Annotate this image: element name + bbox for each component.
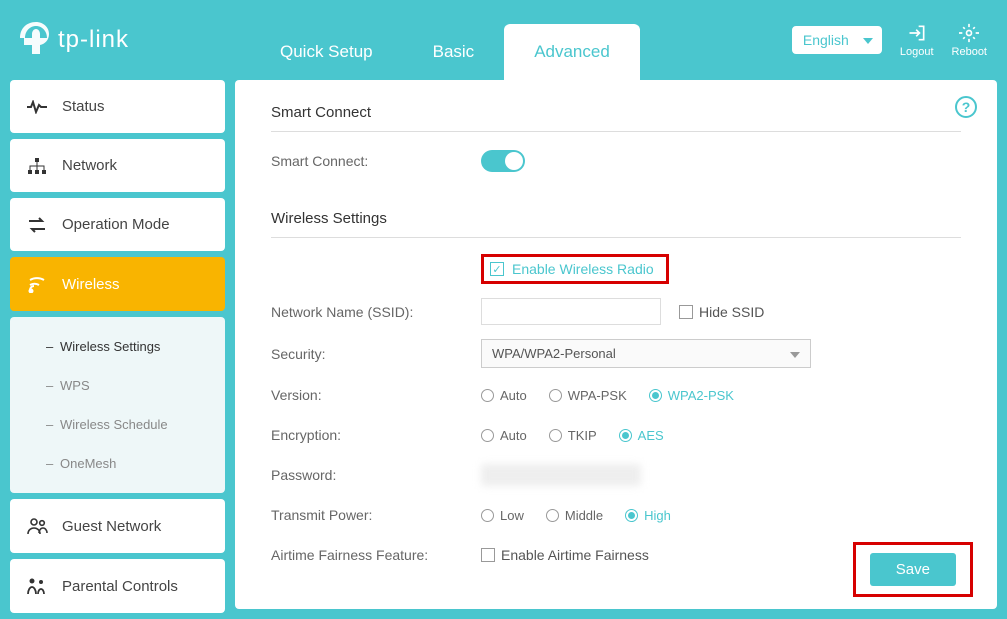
main: Status Network Operation Mode Wireless W… bbox=[0, 80, 1007, 619]
submenu-wps[interactable]: WPS bbox=[10, 366, 225, 405]
label-security: Security: bbox=[271, 346, 481, 362]
label-ssid: Network Name (SSID): bbox=[271, 304, 481, 320]
label-transmit-power: Transmit Power: bbox=[271, 507, 481, 523]
submenu-wireless-schedule[interactable]: Wireless Schedule bbox=[10, 405, 225, 444]
operation-mode-icon bbox=[26, 217, 48, 233]
reboot-button[interactable]: Reboot bbox=[952, 23, 987, 58]
ssid-input[interactable] bbox=[481, 298, 661, 325]
sidebar: Status Network Operation Mode Wireless W… bbox=[10, 80, 225, 609]
status-icon bbox=[26, 100, 48, 114]
version-auto-radio[interactable]: Auto bbox=[481, 388, 527, 403]
smart-connect-toggle[interactable] bbox=[481, 150, 525, 172]
submenu-wireless-settings[interactable]: Wireless Settings bbox=[10, 327, 225, 366]
section-wireless-settings-title: Wireless Settings bbox=[271, 210, 961, 238]
header-right: English Logout Reboot bbox=[792, 23, 987, 58]
network-icon bbox=[26, 158, 48, 174]
tab-quick-setup[interactable]: Quick Setup bbox=[250, 24, 403, 80]
logout-icon bbox=[906, 23, 928, 43]
wireless-icon bbox=[26, 275, 48, 293]
label-version: Version: bbox=[271, 387, 481, 403]
row-transmit-power: Transmit Power: Low Middle High bbox=[271, 502, 961, 528]
enable-radio-label: Enable Wireless Radio bbox=[512, 261, 654, 277]
language-select[interactable]: English bbox=[792, 26, 882, 54]
security-select[interactable]: WPA/WPA2-Personal bbox=[481, 339, 811, 368]
sidebar-item-network[interactable]: Network bbox=[10, 139, 225, 192]
content-panel: ? Smart Connect Smart Connect: Wireless … bbox=[235, 80, 997, 609]
row-smart-connect: Smart Connect: bbox=[271, 148, 961, 174]
nav-tabs: Quick Setup Basic Advanced bbox=[250, 24, 640, 80]
reboot-icon bbox=[958, 23, 980, 43]
airtime-checkbox[interactable] bbox=[481, 548, 495, 562]
guest-network-icon bbox=[26, 517, 48, 535]
label-airtime: Airtime Fairness Feature: bbox=[271, 547, 481, 563]
brand-logo: tp-link bbox=[20, 22, 129, 58]
tp-logo-icon bbox=[20, 22, 52, 58]
version-wpa-psk-radio[interactable]: WPA-PSK bbox=[549, 388, 627, 403]
power-middle-radio[interactable]: Middle bbox=[546, 508, 603, 523]
power-low-radio[interactable]: Low bbox=[481, 508, 524, 523]
row-enable-radio: ✓ Enable Wireless Radio bbox=[271, 254, 961, 284]
row-security: Security: WPA/WPA2-Personal bbox=[271, 339, 961, 368]
power-high-radio[interactable]: High bbox=[625, 508, 671, 523]
hide-ssid-checkbox[interactable] bbox=[679, 305, 693, 319]
row-password: Password: bbox=[271, 462, 961, 488]
hide-ssid-label: Hide SSID bbox=[699, 304, 764, 320]
encryption-aes-radio[interactable]: AES bbox=[619, 428, 664, 443]
save-highlight: Save bbox=[853, 542, 973, 597]
label-password: Password: bbox=[271, 467, 481, 483]
encryption-tkip-radio[interactable]: TKIP bbox=[549, 428, 597, 443]
password-field[interactable] bbox=[481, 464, 641, 486]
row-ssid: Network Name (SSID): Hide SSID bbox=[271, 298, 961, 325]
sidebar-item-wireless[interactable]: Wireless bbox=[10, 257, 225, 311]
language-select-wrap: English bbox=[792, 26, 882, 54]
header: tp-link Quick Setup Basic Advanced Engli… bbox=[0, 0, 1007, 80]
sidebar-item-operation-mode[interactable]: Operation Mode bbox=[10, 198, 225, 251]
encryption-auto-radio[interactable]: Auto bbox=[481, 428, 527, 443]
row-version: Version: Auto WPA-PSK WPA2-PSK bbox=[271, 382, 961, 408]
section-smart-connect-title: Smart Connect bbox=[271, 104, 961, 132]
help-icon[interactable]: ? bbox=[955, 96, 977, 118]
logout-button[interactable]: Logout bbox=[900, 23, 934, 58]
enable-radio-highlight: ✓ Enable Wireless Radio bbox=[481, 254, 669, 284]
submenu-onemesh[interactable]: OneMesh bbox=[10, 444, 225, 483]
row-encryption: Encryption: Auto TKIP AES bbox=[271, 422, 961, 448]
sidebar-item-parental-controls[interactable]: Parental Controls bbox=[10, 559, 225, 613]
tab-advanced[interactable]: Advanced bbox=[504, 24, 640, 80]
parental-controls-icon bbox=[26, 577, 48, 595]
airtime-label: Enable Airtime Fairness bbox=[501, 547, 649, 563]
label-smart-connect: Smart Connect: bbox=[271, 153, 481, 169]
version-wpa2-psk-radio[interactable]: WPA2-PSK bbox=[649, 388, 734, 403]
sidebar-submenu: Wireless Settings WPS Wireless Schedule … bbox=[10, 317, 225, 493]
sidebar-item-guest-network[interactable]: Guest Network bbox=[10, 499, 225, 553]
enable-radio-checkbox[interactable]: ✓ bbox=[490, 262, 504, 276]
tab-basic[interactable]: Basic bbox=[403, 24, 505, 80]
label-encryption: Encryption: bbox=[271, 427, 481, 443]
sidebar-item-status[interactable]: Status bbox=[10, 80, 225, 133]
save-button[interactable]: Save bbox=[870, 553, 956, 586]
brand-text: tp-link bbox=[58, 26, 129, 54]
